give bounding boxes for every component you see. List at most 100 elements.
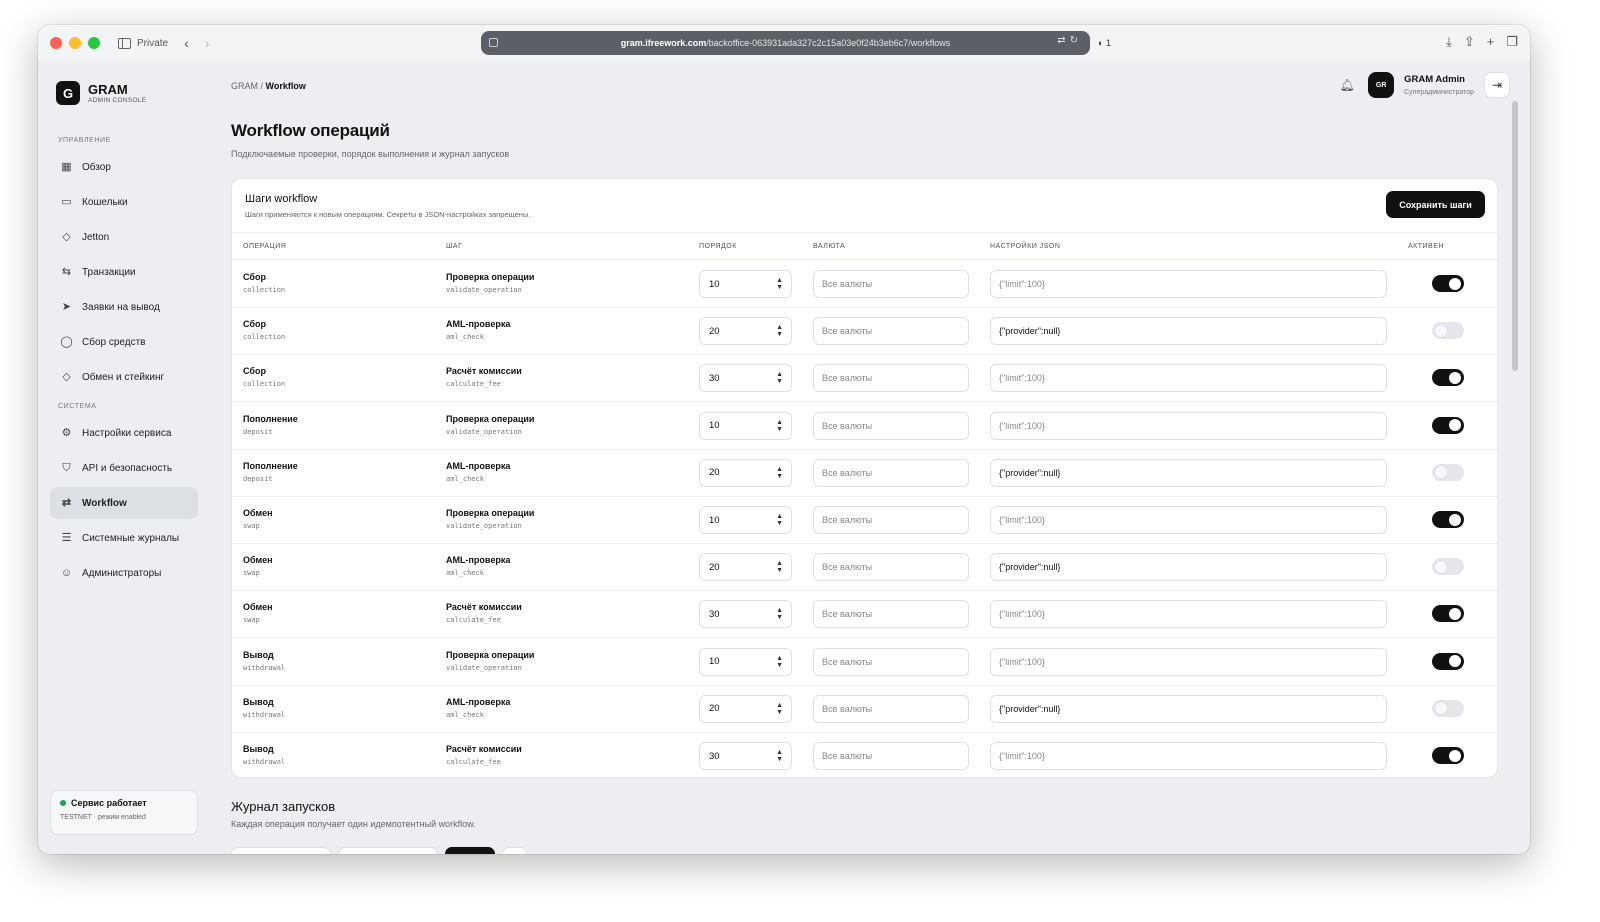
active-toggle[interactable]	[1432, 652, 1464, 670]
download-icon[interactable]: ⤓	[1446, 34, 1452, 50]
step-code: calculate_fee	[446, 616, 501, 625]
currency-input[interactable]: Все валюты	[813, 742, 969, 770]
share-icon[interactable]: ⇪	[1464, 34, 1475, 50]
json-settings-input[interactable]: {"limit":100}	[990, 411, 1387, 440]
order-stepper[interactable]: 20 ▲ ▼	[699, 317, 792, 346]
currency-input[interactable]: Все валюты	[813, 553, 969, 582]
address-bar[interactable]: gram.ifreework.com/backoffice-063931ada3…	[481, 31, 1090, 55]
sidebar-item-service-settings[interactable]: ⚙ Настройки сервиса	[50, 417, 198, 449]
currency-input[interactable]: Все валюты	[813, 600, 969, 629]
currency-input[interactable]: Все валюты	[813, 458, 969, 487]
log-filter-button[interactable]	[445, 847, 495, 854]
sidebar-item-system-logs[interactable]: ☰ Системные журналы	[50, 522, 198, 554]
currency-input[interactable]: Все валюты	[813, 317, 969, 346]
sidebar-item-overview[interactable]: ▦ Обзор	[50, 151, 198, 183]
step-cell: AML-проверка aml_check	[446, 319, 510, 341]
order-stepper[interactable]: 30 ▲ ▼	[699, 742, 792, 770]
currency-input[interactable]: Все валюты	[813, 364, 969, 393]
currency-input[interactable]: Все валюты	[813, 411, 969, 440]
json-settings-input[interactable]: {"limit":100}	[990, 647, 1387, 676]
json-settings-input[interactable]: {"provider":null}	[990, 458, 1387, 487]
operation-code: swap	[243, 569, 260, 578]
order-stepper[interactable]: 10 ▲ ▼	[699, 411, 792, 440]
order-stepper[interactable]: 20 ▲ ▼	[699, 553, 792, 582]
back-icon[interactable]: ‹	[184, 35, 189, 51]
chevron-updown-icon[interactable]: ▲ ▼	[776, 513, 783, 527]
sidebar-toggle-button[interactable]: Private	[118, 37, 168, 49]
json-settings-input[interactable]: {"limit":100}	[990, 270, 1387, 298]
breadcrumb-root[interactable]: GRAM	[231, 81, 258, 91]
tabs-overview-icon[interactable]: ❐	[1506, 34, 1518, 50]
bell-icon[interactable]: 🔔︎	[1336, 74, 1358, 96]
forward-icon[interactable]: ›	[205, 35, 210, 51]
order-stepper[interactable]: 10 ▲ ▼	[699, 506, 792, 534]
sidebar-item-wallets[interactable]: ▭ Кошельки	[50, 186, 198, 218]
sidebar-item-withdrawals[interactable]: ➤ Заявки на вывод	[50, 291, 198, 323]
close-window-button[interactable]	[50, 37, 62, 49]
chevron-updown-icon[interactable]: ▲ ▼	[776, 560, 783, 574]
json-settings-input[interactable]: {"limit":100}	[990, 506, 1387, 534]
order-stepper[interactable]: 20 ▲ ▼	[699, 458, 792, 487]
order-stepper[interactable]: 20 ▲ ▼	[699, 694, 792, 723]
step-code: validate_operation	[446, 427, 522, 436]
chevron-updown-icon[interactable]: ▲ ▼	[776, 419, 783, 433]
order-stepper[interactable]: 10 ▲ ▼	[699, 647, 792, 676]
order-stepper[interactable]: 30 ▲ ▼	[699, 364, 792, 393]
chevron-updown-icon[interactable]: ▲ ▼	[776, 324, 783, 338]
active-toggle[interactable]	[1432, 699, 1464, 717]
json-settings-input[interactable]: {"provider":null}	[990, 553, 1387, 582]
active-toggle[interactable]	[1432, 605, 1464, 623]
minimize-window-button[interactable]	[69, 37, 81, 49]
log-filter-1[interactable]	[231, 847, 331, 854]
currency-input[interactable]: Все валюты	[813, 694, 969, 723]
chevron-updown-icon[interactable]: ▲ ▼	[776, 702, 783, 716]
zoom-window-button[interactable]	[88, 37, 100, 49]
save-steps-button[interactable]: Сохранить шаги	[1386, 191, 1485, 218]
sidebar-item-api-security[interactable]: ⛉ API и безопасность	[50, 452, 198, 484]
logout-button[interactable]: ⇥	[1484, 72, 1510, 98]
active-toggle[interactable]	[1432, 322, 1464, 340]
sidebar-item-jetton[interactable]: ◇ Jetton	[50, 221, 198, 253]
json-settings-input[interactable]: {"limit":100}	[990, 600, 1387, 629]
sidebar-item-swap-staking[interactable]: ◇ Обмен и стейкинг	[50, 361, 198, 393]
brand[interactable]: G GRAM ADMIN CONSOLE	[56, 81, 146, 105]
currency-input[interactable]: Все валюты	[813, 647, 969, 676]
chevron-updown-icon[interactable]: ▲ ▼	[776, 277, 783, 291]
chevron-updown-icon[interactable]: ▲ ▼	[776, 607, 783, 621]
new-tab-icon[interactable]: +	[1487, 34, 1495, 50]
nav-section-system: СИСТЕМА	[58, 403, 97, 410]
order-stepper[interactable]: 10 ▲ ▼	[699, 270, 792, 298]
brand-logo: G	[56, 81, 80, 105]
status-dot-icon	[60, 800, 66, 806]
active-toggle[interactable]	[1432, 747, 1464, 764]
chevron-updown-icon[interactable]: ▲ ▼	[776, 655, 783, 669]
avatar[interactable]: GR	[1368, 72, 1395, 98]
active-toggle[interactable]	[1432, 369, 1464, 387]
sidebar-item-admins[interactable]: ☺ Администраторы	[50, 557, 198, 589]
currency-input[interactable]: Все валюты	[813, 506, 969, 534]
json-settings-input[interactable]: {"provider":null}	[990, 317, 1387, 346]
chevron-updown-icon[interactable]: ▲ ▼	[776, 371, 783, 385]
operation-code: withdrawal	[243, 758, 286, 766]
sidebar-item-transactions[interactable]: ⇆ Транзакции	[50, 256, 198, 288]
privacy-shield-badge[interactable]: ◐ 1	[1098, 38, 1111, 48]
page-scrollbar[interactable]	[1512, 101, 1518, 371]
sidebar-item-collection[interactable]: ◯ Сбор средств	[50, 326, 198, 358]
translate-reload-icons[interactable]: ⇄↻	[1057, 35, 1082, 46]
active-toggle[interactable]	[1432, 463, 1464, 481]
sidebar-item-workflow[interactable]: ⇄ Workflow	[50, 487, 198, 519]
log-filter-reset[interactable]	[502, 847, 527, 854]
active-toggle[interactable]	[1432, 275, 1464, 292]
json-settings-input[interactable]: {"limit":100}	[990, 742, 1387, 770]
page-menu-icon[interactable]	[489, 38, 498, 47]
log-filter-2[interactable]	[338, 847, 438, 854]
order-stepper[interactable]: 30 ▲ ▼	[699, 600, 792, 629]
currency-input[interactable]: Все валюты	[813, 270, 969, 298]
chevron-updown-icon[interactable]: ▲ ▼	[776, 466, 783, 480]
active-toggle[interactable]	[1432, 416, 1464, 434]
active-toggle[interactable]	[1432, 511, 1464, 528]
json-settings-input[interactable]: {"limit":100}	[990, 364, 1387, 393]
chevron-updown-icon[interactable]: ▲ ▼	[776, 749, 783, 763]
json-settings-input[interactable]: {"provider":null}	[990, 694, 1387, 723]
active-toggle[interactable]	[1432, 558, 1464, 576]
